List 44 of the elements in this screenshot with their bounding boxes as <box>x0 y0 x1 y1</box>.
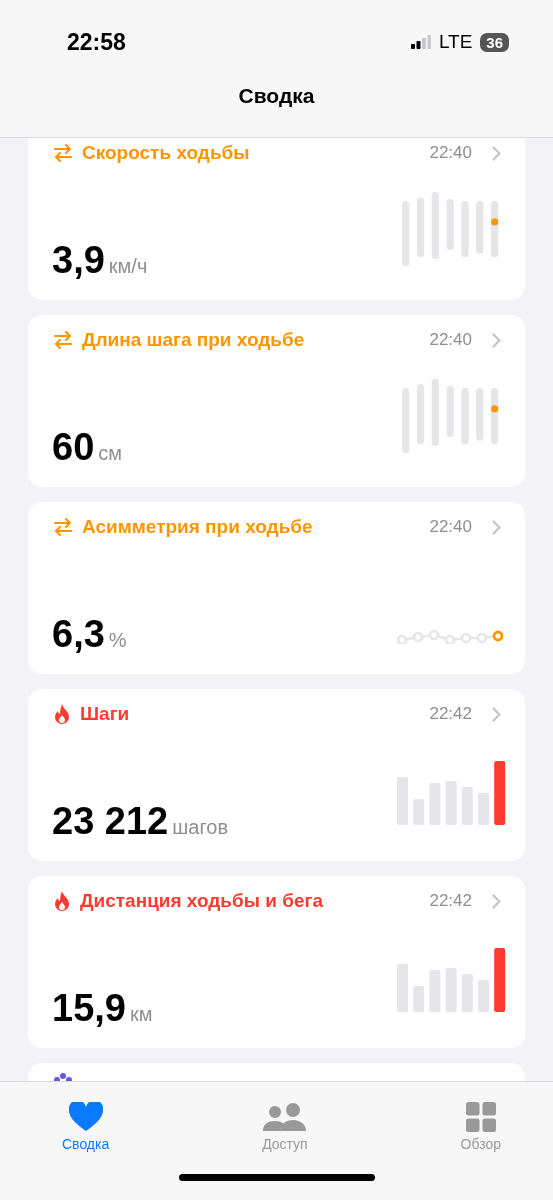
card-title: Длина шага при ходьбе <box>82 329 306 351</box>
card-unit: км/ч <box>108 255 148 278</box>
status-time: 22:58 <box>67 28 126 56</box>
card-value: 60 <box>52 426 95 469</box>
summary-card[interactable]: Шаги 22:42 23 212 шагов <box>28 689 525 861</box>
chevron-icon <box>492 706 501 722</box>
chevron-icon <box>492 519 501 535</box>
chevron-icon <box>492 332 501 348</box>
summary-card[interactable]: Асимметрия при ходьбе 22:40 6,3% <box>28 502 525 674</box>
card-time: 22:42 <box>429 891 472 911</box>
card-unit: % <box>108 629 127 652</box>
card-unit: см <box>98 442 123 465</box>
flame-icon <box>52 703 72 725</box>
card-unit: шагов <box>172 816 228 839</box>
card-title: Шаги <box>80 703 131 725</box>
chevron-icon <box>492 145 501 161</box>
heart-icon <box>68 1102 103 1132</box>
card-time: 22:40 <box>429 143 472 163</box>
signal-icon <box>410 35 431 49</box>
arrows-icon <box>52 142 74 164</box>
card-time: 22:42 <box>429 704 472 724</box>
flame-icon <box>52 890 72 912</box>
card-unit: км <box>129 1003 153 1026</box>
card-title: Скорость ходьбы <box>82 142 251 164</box>
card-value: 15,9 <box>52 987 126 1030</box>
page-title: Сводка <box>237 84 316 108</box>
card-title: Асимметрия при ходьбе <box>82 516 314 538</box>
network-label: LTE <box>438 31 473 53</box>
arrows-icon <box>52 516 74 538</box>
arrows-icon <box>52 329 74 351</box>
card-time: 22:40 <box>429 330 472 350</box>
card-value: 6,3 <box>52 613 105 656</box>
tab-item[interactable]: Сводка <box>62 1092 110 1152</box>
people-icon <box>262 1102 307 1132</box>
summary-card[interactable]: Длина шага при ходьбе 22:40 60 см <box>28 315 525 487</box>
summary-card[interactable]: Скорость ходьбы 22:40 3,9 км/ч <box>28 138 525 300</box>
battery-indicator: 36 <box>480 32 509 52</box>
summary-card[interactable]: Дистанция ходьбы и бега 22:42 15,9 км <box>28 876 525 1048</box>
card-title: Дистанция ходьбы и бега <box>80 890 325 912</box>
grid-icon <box>465 1102 496 1132</box>
chevron-icon <box>492 893 501 909</box>
card-value: 3,9 <box>52 239 105 282</box>
card-time: 22:40 <box>429 517 472 537</box>
card-value: 23 212 <box>52 800 169 843</box>
